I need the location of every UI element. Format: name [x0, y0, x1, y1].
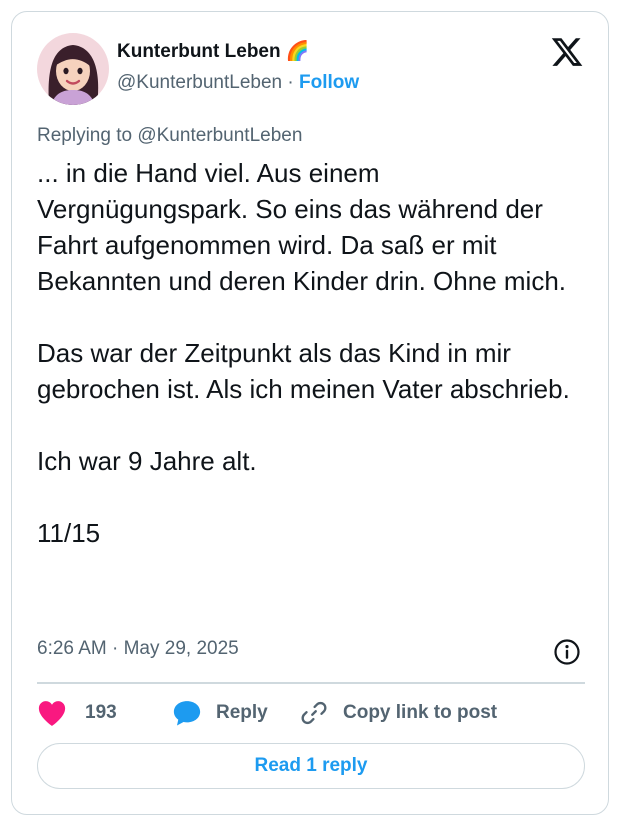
heart-icon: [37, 699, 67, 727]
follow-button[interactable]: Follow: [299, 72, 359, 93]
author-display-name[interactable]: Kunterbunt Leben 🌈: [117, 39, 310, 63]
author-handle[interactable]: @KunterbuntLeben: [117, 72, 282, 93]
reply-context-prefix: Replying to: [37, 125, 133, 146]
reply-context-mention[interactable]: @KunterbuntLeben: [137, 125, 302, 146]
read-replies-button[interactable]: Read 1 reply: [37, 743, 585, 789]
tweet-text: ... in die Hand viel. Aus einem Vergnügu…: [37, 155, 597, 551]
tweet-timestamp[interactable]: 6:26 AM · May 29, 2025: [37, 638, 239, 660]
author-handle-row: @KunterbuntLeben · Follow: [117, 72, 359, 94]
copy-link-button[interactable]: Copy link to post: [300, 698, 497, 728]
reply-bubble-icon: [172, 699, 202, 727]
x-logo-icon[interactable]: [550, 35, 584, 69]
thread-counter: 11/15: [37, 518, 101, 548]
handle-separator: ·: [287, 72, 294, 93]
tweet-paragraph: ... in die Hand viel. Aus einem Vergnügu…: [37, 158, 567, 296]
divider: [37, 682, 585, 684]
action-bar: 193 Reply Copy link to post: [37, 698, 585, 728]
like-count: 193: [85, 702, 117, 723]
tweet-card: Kunterbunt Leben 🌈 @KunterbuntLeben · Fo…: [11, 11, 609, 815]
tweet-paragraph: Das war der Zeitpunkt als das Kind in mi…: [37, 338, 570, 404]
like-button[interactable]: 193: [37, 698, 117, 728]
avatar[interactable]: [37, 33, 109, 105]
reply-context: Replying to @KunterbuntLeben: [37, 125, 302, 147]
tweet-paragraph: Ich war 9 Jahre alt.: [37, 446, 257, 476]
reply-label: Reply: [216, 702, 268, 723]
avatar-image: [37, 33, 109, 105]
reply-button[interactable]: Reply: [172, 698, 268, 728]
copy-link-label: Copy link to post: [343, 702, 498, 723]
info-icon[interactable]: [553, 638, 581, 666]
link-icon: [300, 699, 328, 727]
